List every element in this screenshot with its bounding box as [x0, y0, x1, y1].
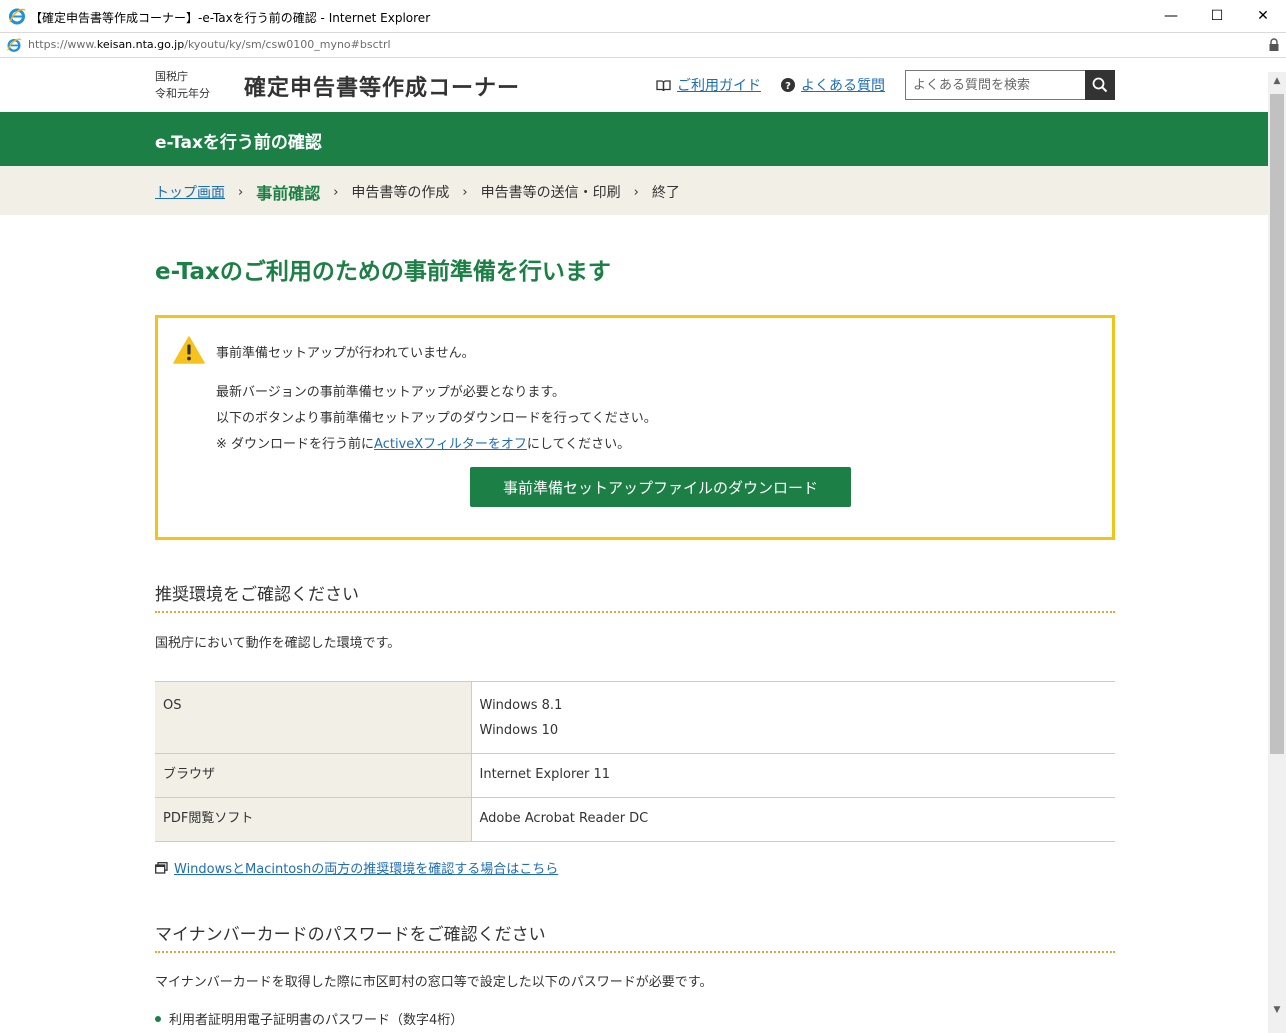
- breadcrumb-step: 申告書等の作成: [351, 185, 450, 201]
- breadcrumb-top-link[interactable]: トップ画面: [155, 182, 225, 202]
- table-cell: Adobe Acrobat Reader DC: [471, 797, 1115, 842]
- table-header-cell: ブラウザ: [155, 753, 472, 798]
- url-text[interactable]: https://www.keisan.nta.go.jp/kyoutu/ky/s…: [28, 38, 391, 51]
- new-window-icon: [155, 861, 168, 874]
- scroll-up-icon[interactable]: ▲: [1268, 72, 1286, 90]
- password-section-title: マイナンバーカードのパスワードをご確認ください: [155, 925, 546, 945]
- maximize-button[interactable]: ☐: [1194, 0, 1240, 32]
- table-row: PDF閲覧ソフト Adobe Acrobat Reader DC: [155, 797, 1115, 842]
- password-section-description: マイナンバーカードを取得した際に市区町村の窓口等で設定した以下のパスワードが必要…: [155, 975, 713, 990]
- window-title: 【確定申告書等作成コーナー】-e-Taxを行う前の確認 - Internet E…: [30, 11, 431, 25]
- env-section-description: 国税庁において動作を確認した環境です。: [155, 636, 401, 651]
- breadcrumb-step: 申告書等の送信・印刷: [480, 185, 621, 201]
- scroll-thumb[interactable]: [1270, 94, 1284, 754]
- search-icon: [1092, 77, 1108, 93]
- question-icon: ?: [781, 78, 795, 92]
- section-divider: [155, 951, 1115, 953]
- breadcrumb-separator: ›: [633, 184, 639, 200]
- faq-search: [905, 70, 1115, 100]
- notice-status: 事前準備セットアップが行われていません。: [216, 346, 475, 361]
- address-bar[interactable]: https://www.keisan.nta.go.jp/kyoutu/ky/s…: [0, 32, 1286, 58]
- bullet-icon: [155, 1015, 161, 1022]
- page-title: e-Taxのご利用のための事前準備を行います: [155, 259, 611, 285]
- internet-explorer-icon: [7, 38, 22, 52]
- breadcrumb: トップ画面 › 事前確認 › 申告書等の作成 › 申告書等の送信・印刷 › 終了: [0, 166, 1268, 215]
- download-setup-button[interactable]: 事前準備セットアップファイルのダウンロード: [470, 467, 851, 507]
- table-header-cell: OS: [155, 681, 472, 754]
- table-row: OS Windows 8.1 Windows 10: [155, 681, 1115, 754]
- scroll-down-icon[interactable]: ▼: [1268, 1001, 1286, 1019]
- breadcrumb-current: 事前確認: [256, 184, 321, 203]
- lock-icon: [1269, 38, 1279, 51]
- guide-link[interactable]: ご利用ガイド: [656, 75, 761, 95]
- table-header-cell: PDF閲覧ソフト: [155, 797, 472, 842]
- table-cell: Windows 8.1 Windows 10: [471, 681, 1115, 754]
- table-cell: Internet Explorer 11: [471, 753, 1115, 798]
- banner-title: e-Taxを行う前の確認: [155, 133, 322, 153]
- breadcrumb-separator: ›: [238, 184, 244, 200]
- breadcrumb-step: 終了: [651, 185, 680, 201]
- warning-icon: [173, 336, 205, 364]
- env-section-title: 推奨環境をご確認ください: [155, 585, 359, 605]
- minimize-button[interactable]: —: [1148, 0, 1194, 32]
- search-input[interactable]: [905, 70, 1085, 100]
- section-divider: [155, 611, 1115, 613]
- notice-line: 以下のボタンより事前準備セットアップのダウンロードを行ってください。: [216, 411, 657, 426]
- page-content: 国税庁 令和元年分 確定申告書等作成コーナー ご利用ガイド ? よくある質問 よ…: [0, 58, 1268, 1033]
- setup-notice: 事前準備セットアップが行われていません。 最新バージョンの事前準備セットアップが…: [155, 315, 1115, 540]
- notice-line: ※ ダウンロードを行う前にActiveXフィルターをオフにしてください。: [216, 437, 631, 452]
- faq-link[interactable]: ? よくある質問: [781, 75, 885, 95]
- agency-label: 国税庁 令和元年分: [155, 70, 210, 100]
- vertical-scrollbar[interactable]: ▲ ▼: [1268, 72, 1286, 1033]
- svg-text:?: ?: [785, 81, 791, 92]
- table-row: ブラウザ Internet Explorer 11: [155, 753, 1115, 798]
- activex-filter-link[interactable]: ActiveXフィルターをオフ: [374, 437, 527, 452]
- window-titlebar: 【確定申告書等作成コーナー】-e-Taxを行う前の確認 - Internet E…: [0, 0, 1286, 32]
- book-icon: [656, 79, 671, 91]
- breadcrumb-separator: ›: [333, 184, 339, 200]
- notice-line: 最新バージョンの事前準備セットアップが必要となります。: [216, 385, 566, 400]
- both-env-link[interactable]: WindowsとMacintoshの両方の推奨環境を確認する場合はこちら: [155, 858, 558, 877]
- breadcrumb-separator: ›: [462, 184, 468, 200]
- recommended-env-table: OS Windows 8.1 Windows 10 ブラウザ Internet …: [155, 681, 1115, 842]
- page-banner: e-Taxを行う前の確認: [0, 112, 1268, 166]
- search-button[interactable]: [1085, 70, 1115, 100]
- list-item: 利用者証明用電子証明書のパスワード（数字4桁）: [155, 1009, 463, 1028]
- site-header: 国税庁 令和元年分 確定申告書等作成コーナー ご利用ガイド ? よくある質問: [0, 58, 1268, 112]
- close-button[interactable]: ✕: [1240, 0, 1286, 32]
- site-title[interactable]: 確定申告書等作成コーナー: [244, 70, 520, 102]
- internet-explorer-icon: [9, 8, 26, 25]
- notice-body: 最新バージョンの事前準備セットアップが必要となります。 以下のボタンより事前準備…: [216, 380, 657, 458]
